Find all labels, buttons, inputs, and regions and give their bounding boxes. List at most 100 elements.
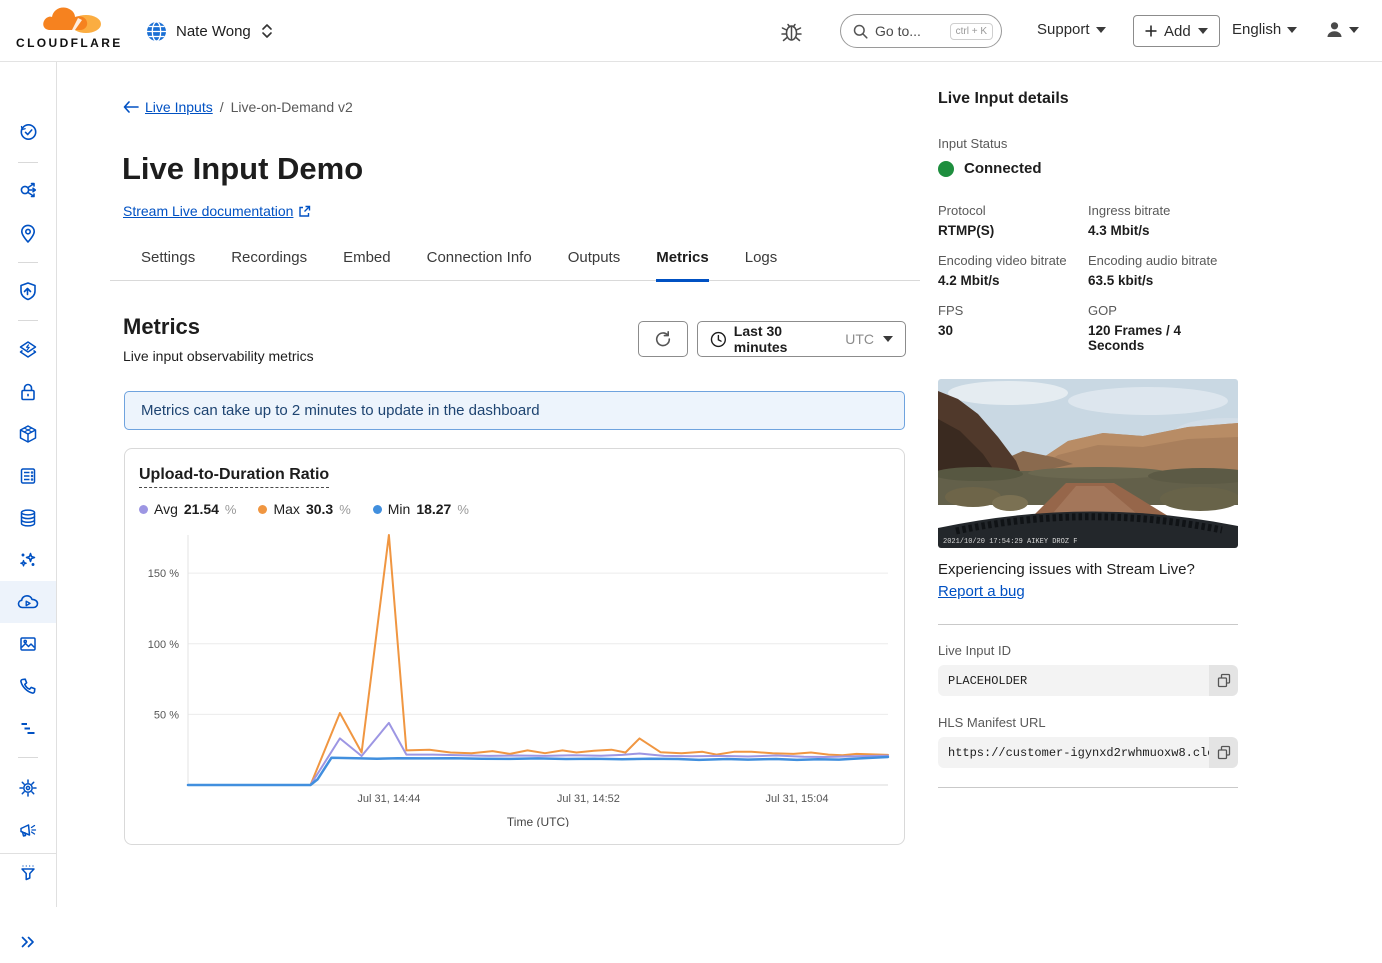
chevron-down-icon: [1349, 27, 1359, 33]
breadcrumb-back-link[interactable]: Live Inputs: [123, 99, 213, 115]
sidebar-item-time-travel[interactable]: [0, 111, 56, 153]
refresh-button[interactable]: [638, 321, 688, 357]
sidebar-item-storage[interactable]: [0, 455, 56, 497]
svg-text:150 %: 150 %: [148, 568, 179, 580]
detail-ingress-bitrate: Ingress bitrate 4.3 Mbit/s: [1088, 203, 1238, 238]
sidebar-item-database[interactable]: [0, 497, 56, 539]
report-bug-link[interactable]: Report a bug: [938, 583, 1025, 600]
legend-item-max[interactable]: Max 30.3 %: [258, 501, 350, 517]
sidebar-item-calls[interactable]: [0, 665, 56, 707]
breadcrumb-separator: /: [220, 99, 224, 115]
info-banner: Metrics can take up to 2 minutes to upda…: [124, 391, 905, 430]
lock-icon: [17, 381, 39, 403]
support-menu[interactable]: Support: [1037, 21, 1106, 38]
legend-name: Avg: [154, 501, 178, 517]
sidebar-divider: [0, 853, 56, 854]
help-text: Experiencing issues with Stream Live?: [938, 561, 1238, 578]
section-subtitle: Live input observability metrics: [123, 348, 314, 364]
account-switcher[interactable]: Nate Wong: [146, 15, 274, 47]
detail-value: 4.2 Mbit/s: [938, 273, 1088, 288]
sidebar-divider: [18, 262, 38, 263]
copy-hls-url-button[interactable]: [1209, 737, 1238, 768]
svg-text:100 %: 100 %: [148, 639, 179, 651]
sidebar-item-settings[interactable]: [0, 767, 56, 809]
breadcrumb: Live Inputs / Live-on-Demand v2: [123, 99, 353, 115]
detail-value: 30: [938, 323, 1088, 338]
svg-text:50 %: 50 %: [154, 709, 179, 721]
documentation-link[interactable]: Stream Live documentation: [123, 203, 311, 219]
tab-recordings[interactable]: Recordings: [231, 249, 307, 280]
cube-icon: [17, 423, 39, 445]
copy-icon: [1217, 745, 1231, 760]
search-shortcut-kbd: ctrl + K: [950, 23, 993, 40]
tab-settings[interactable]: Settings: [141, 249, 195, 280]
search-placeholder: Go to...: [875, 23, 943, 39]
sidebar-collapse-button[interactable]: [0, 921, 56, 963]
live-preview-thumbnail[interactable]: 2021/10/20 17:54:29 AIKEY DROZ F: [938, 379, 1238, 548]
sidebar-item-queues[interactable]: [0, 707, 56, 749]
layers-bolt-icon: [17, 339, 39, 361]
detail-value: 4.3 Mbit/s: [1088, 223, 1238, 238]
ai-sparkles-icon: [17, 549, 39, 571]
sidebar-item-ai[interactable]: [0, 539, 56, 581]
report-bug-icon[interactable]: [779, 18, 804, 49]
tab-logs[interactable]: Logs: [745, 249, 778, 280]
sidebar-item-layers[interactable]: [0, 329, 56, 371]
stream-cloud-play-icon: [16, 591, 40, 613]
legend-dot-min: [373, 505, 382, 514]
images-icon: [17, 633, 39, 655]
cloudflare-wordmark: CLOUDFLARE: [16, 36, 126, 50]
svg-text:Jul 31, 14:44: Jul 31, 14:44: [357, 793, 420, 805]
sort-chevrons-icon: [260, 22, 274, 40]
legend-item-avg[interactable]: Avg 21.54 %: [139, 501, 236, 517]
sidebar-item-traffic[interactable]: [0, 169, 56, 211]
legend-item-min[interactable]: Min 18.27 %: [373, 501, 469, 517]
sidebar-item-ssl[interactable]: [0, 371, 56, 413]
detail-label: Encoding audio bitrate: [1088, 253, 1238, 268]
detail-value: 120 Frames / 4 Seconds: [1088, 323, 1238, 353]
panel-divider: [938, 624, 1238, 625]
tab-connection-info[interactable]: Connection Info: [427, 249, 532, 280]
phone-icon: [17, 675, 39, 697]
detail-value: 63.5 kbit/s: [1088, 273, 1238, 288]
global-search-input[interactable]: Go to... ctrl + K: [840, 14, 1002, 48]
sidebar-item-security[interactable]: [0, 270, 56, 312]
user-menu[interactable]: [1325, 20, 1359, 39]
hls-manifest-url-field: https://customer-igynxd2rwhmuoxw8.cloudf: [938, 737, 1238, 768]
detail-video-bitrate: Encoding video bitrate 4.2 Mbit/s: [938, 253, 1088, 288]
sidebar-item-images[interactable]: [0, 623, 56, 665]
sidebar-item-stream[interactable]: [0, 581, 56, 623]
status-dot: [938, 161, 954, 177]
details-title: Live Input details: [938, 90, 1238, 108]
sidebar-item-notifications[interactable]: [0, 809, 56, 851]
chart-title[interactable]: Upload-to-Duration Ratio: [139, 466, 329, 488]
sidebar-item-workers[interactable]: [0, 413, 56, 455]
legend-value: 30.3: [306, 501, 333, 517]
cloudflare-logo[interactable]: CLOUDFLARE: [16, 4, 126, 50]
breadcrumb-back-label: Live Inputs: [145, 99, 213, 115]
sidebar-item-map-pin[interactable]: [0, 213, 56, 255]
shield-arrow-icon: [17, 280, 39, 302]
top-header: CLOUDFLARE Nate Wong: [0, 0, 1382, 62]
tab-outputs[interactable]: Outputs: [568, 249, 621, 280]
language-menu[interactable]: English: [1232, 21, 1297, 38]
copy-icon: [1217, 673, 1231, 688]
gantt-bars-icon: [17, 717, 39, 739]
sidebar-item-funnel[interactable]: [0, 851, 56, 893]
copy-live-input-id-button[interactable]: [1209, 665, 1238, 696]
arrow-left-icon: [123, 101, 139, 113]
tab-metrics[interactable]: Metrics: [656, 249, 709, 282]
tab-embed[interactable]: Embed: [343, 249, 391, 280]
time-range-dropdown[interactable]: Last 30 minutes UTC: [697, 321, 906, 357]
hls-manifest-url-label: HLS Manifest URL: [938, 715, 1238, 730]
add-button[interactable]: Add: [1133, 15, 1220, 47]
database-icon: [17, 507, 39, 529]
live-input-id-field: PLACEHOLDER: [938, 665, 1238, 696]
legend-dot-avg: [139, 505, 148, 514]
sidebar-divider: [18, 757, 38, 758]
left-sidebar: [0, 62, 57, 907]
plus-icon: [1145, 25, 1157, 37]
status-label: Input Status: [938, 136, 1238, 151]
page-title: Live Input Demo: [122, 151, 363, 187]
external-link-icon: [298, 205, 311, 218]
